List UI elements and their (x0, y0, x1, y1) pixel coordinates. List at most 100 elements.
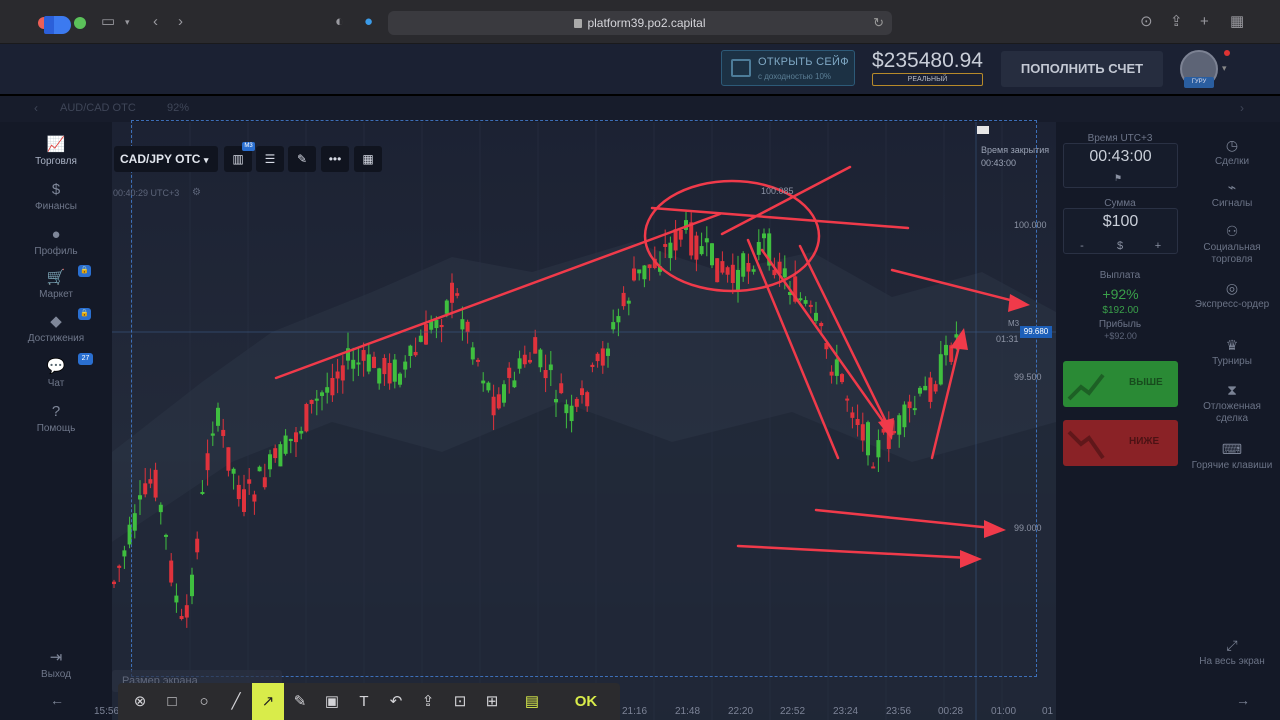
currency-toggle[interactable]: $ (1101, 238, 1139, 254)
ellipse-icon[interactable]: ○ (188, 683, 220, 720)
back-icon[interactable]: ‹ (153, 13, 158, 31)
reload-icon[interactable]: ↻ (873, 11, 884, 35)
nav-hotkeys[interactable]: ⌨ Горячие клавиши (1186, 440, 1278, 472)
privacy-icon[interactable]: ● (364, 13, 373, 31)
sidebar-toggle-icon[interactable]: ▭ (101, 13, 115, 31)
bar-chart-icon: ▥ (232, 152, 244, 166)
profit-amount: +$92.00 (1104, 331, 1137, 341)
open-safe-button[interactable]: ОТКРЫТЬ СЕЙФ с доходностью 10% (721, 50, 855, 86)
tab-percent: 92% (167, 102, 190, 114)
maximize-window-button[interactable] (74, 17, 86, 29)
flag-icon[interactable] (977, 126, 989, 134)
share-icon[interactable]: ⇪ (1170, 13, 1183, 31)
sidebar-item-label: Финансы (35, 201, 77, 212)
capture-icon[interactable]: ⊞ (476, 683, 508, 720)
layout-button[interactable]: ▦ (354, 146, 382, 172)
share-icon[interactable]: ⇪ (412, 683, 444, 720)
nav-pending-trade[interactable]: ⧗ Отложенная сделка (1186, 381, 1278, 425)
social-icon: ⚇ (1225, 223, 1239, 239)
line-icon[interactable]: ╱ (220, 683, 252, 720)
rectangle-icon[interactable]: □ (156, 683, 188, 720)
chevron-left-icon[interactable]: ‹ (34, 101, 38, 115)
close-icon[interactable]: ⊗ (124, 683, 156, 720)
sidebar-item-exit[interactable]: ⇥ Выход (0, 648, 112, 680)
annotation-toolbar: ⊗ □ ○ ╱ ↗ ✎ ▣ T ↶ ⇪ ⊡ ⊞ ▤ (118, 683, 620, 720)
payout-amount: $192.00 (1102, 305, 1139, 316)
download-icon[interactable]: ⊙ (1140, 13, 1153, 31)
chevron-down-icon[interactable]: ▾ (1222, 63, 1227, 74)
arrow-left-icon[interactable]: ← (50, 692, 64, 708)
payout-label: Выплата (1099, 270, 1141, 281)
account-balance[interactable]: $235480.94 (872, 49, 983, 73)
sidebar-item-help[interactable]: ? Помощь (0, 402, 112, 434)
screenshot-selection[interactable] (131, 120, 1037, 677)
amount-minus-button[interactable]: - (1063, 238, 1101, 254)
diamond-icon: ◆ (50, 313, 62, 330)
sidebar-item-achievements[interactable]: ◆ Достижения (0, 312, 112, 344)
url-text: platform39.po2.capital (587, 16, 706, 30)
chevron-right-icon[interactable]: › (1240, 101, 1244, 115)
amount-value[interactable]: $100 (1063, 213, 1178, 231)
sidebar-item-label: Маркет (39, 289, 73, 300)
timeframe-badge: M3 (242, 142, 255, 151)
more-button[interactable]: ••• (321, 146, 349, 172)
higher-button[interactable]: ВЫШЕ (1063, 361, 1178, 407)
time-tick: 15:56 (94, 706, 120, 717)
nav-label: Турниры (1212, 356, 1252, 367)
sidebar-item-market[interactable]: 🛒 Маркет (0, 268, 112, 300)
text-icon[interactable]: T (348, 683, 380, 720)
lower-button[interactable]: НИЖЕ (1063, 420, 1178, 466)
sidebar-item-finance[interactable]: $ Финансы (0, 180, 112, 212)
marker-icon[interactable]: ✎ (284, 683, 316, 720)
nav-trades[interactable]: ◷ Сделки (1186, 136, 1278, 168)
time-tick: 00:28 (938, 706, 964, 717)
deposit-button[interactable]: ПОПОЛНИТЬ СЧЕТ (1001, 51, 1163, 87)
dollar-icon: $ (51, 181, 61, 198)
nav-express-order[interactable]: ◎ Экспресс-ордер (1186, 279, 1278, 311)
ocr-icon[interactable]: ⊡ (444, 683, 476, 720)
asset-selector[interactable]: CAD/JPY OTC ▾ (114, 146, 218, 172)
arrow-icon[interactable]: ↗ (252, 683, 284, 720)
drawing-button[interactable]: ✎ (288, 146, 316, 172)
sliders-icon: ☰ (264, 152, 276, 166)
undo-icon[interactable]: ↶ (380, 683, 412, 720)
sidebar-item-profile[interactable]: ● Профиль (0, 225, 112, 257)
nav-social-trading[interactable]: ⚇ Социальная торговля (1186, 222, 1278, 266)
fullscreen-icon: ⤢ (1226, 637, 1238, 653)
ok-button[interactable]: OK (566, 683, 606, 720)
peak-price-label: 100.085 (761, 186, 794, 196)
new-tab-icon[interactable]: + (1200, 13, 1209, 31)
sidebar-item-trading[interactable]: 📈 Торговля (0, 135, 112, 167)
tab-asset[interactable]: AUD/CAD OTC (60, 102, 136, 114)
tab-overview-icon[interactable]: ▦ (1230, 13, 1244, 31)
express-icon: ◎ (1225, 280, 1239, 296)
profit-label: Прибыль (1098, 319, 1142, 330)
arrow-right-icon[interactable]: → (1236, 692, 1250, 708)
lock-badge-icon: 🔒 (78, 265, 91, 277)
chevron-down-icon[interactable]: ▾ (125, 13, 130, 31)
mosaic-icon[interactable]: ▣ (316, 683, 348, 720)
browser-toolbar: ▭ ▾ ‹ › ◐ ● platform39.po2.capital ↻ ⊙ ⇪… (0, 0, 1280, 44)
forward-icon[interactable]: › (178, 13, 183, 31)
nav-tournaments[interactable]: ♛ Турниры (1186, 336, 1278, 368)
candle-body (122, 550, 127, 557)
shield-icon[interactable]: ◐ (335, 13, 344, 31)
amount-plus-button[interactable]: + (1139, 238, 1177, 254)
gear-icon[interactable]: ⚙ (192, 187, 201, 198)
keyboard-icon: ⌨ (1221, 441, 1243, 457)
asset-name: CAD/JPY OTC (120, 152, 201, 166)
logo-icon[interactable] (44, 14, 74, 36)
address-bar[interactable]: platform39.po2.capital ↻ (388, 11, 892, 35)
account-type-badge[interactable]: РЕАЛЬНЫЙ (872, 73, 983, 86)
sidebar-item-chat[interactable]: 💬 Чат (0, 357, 112, 389)
time-tick: 21:48 (675, 706, 701, 717)
nav-fullscreen[interactable]: ⤢ На весь экран (1186, 636, 1278, 668)
indicators-button[interactable]: ☰ (256, 146, 284, 172)
flag-icon[interactable]: ⚑ (1114, 173, 1122, 184)
sidebar-item-label: Достижения (27, 333, 85, 344)
expiry-time-value[interactable]: 00:43:00 (1063, 148, 1178, 166)
nav-label: Экспресс-ордер (1194, 299, 1270, 310)
nav-signals[interactable]: ⌁ Сигналы (1186, 178, 1278, 210)
status-badge: ГУРУ (1184, 77, 1214, 88)
save-icon[interactable]: ▤ (516, 683, 548, 720)
